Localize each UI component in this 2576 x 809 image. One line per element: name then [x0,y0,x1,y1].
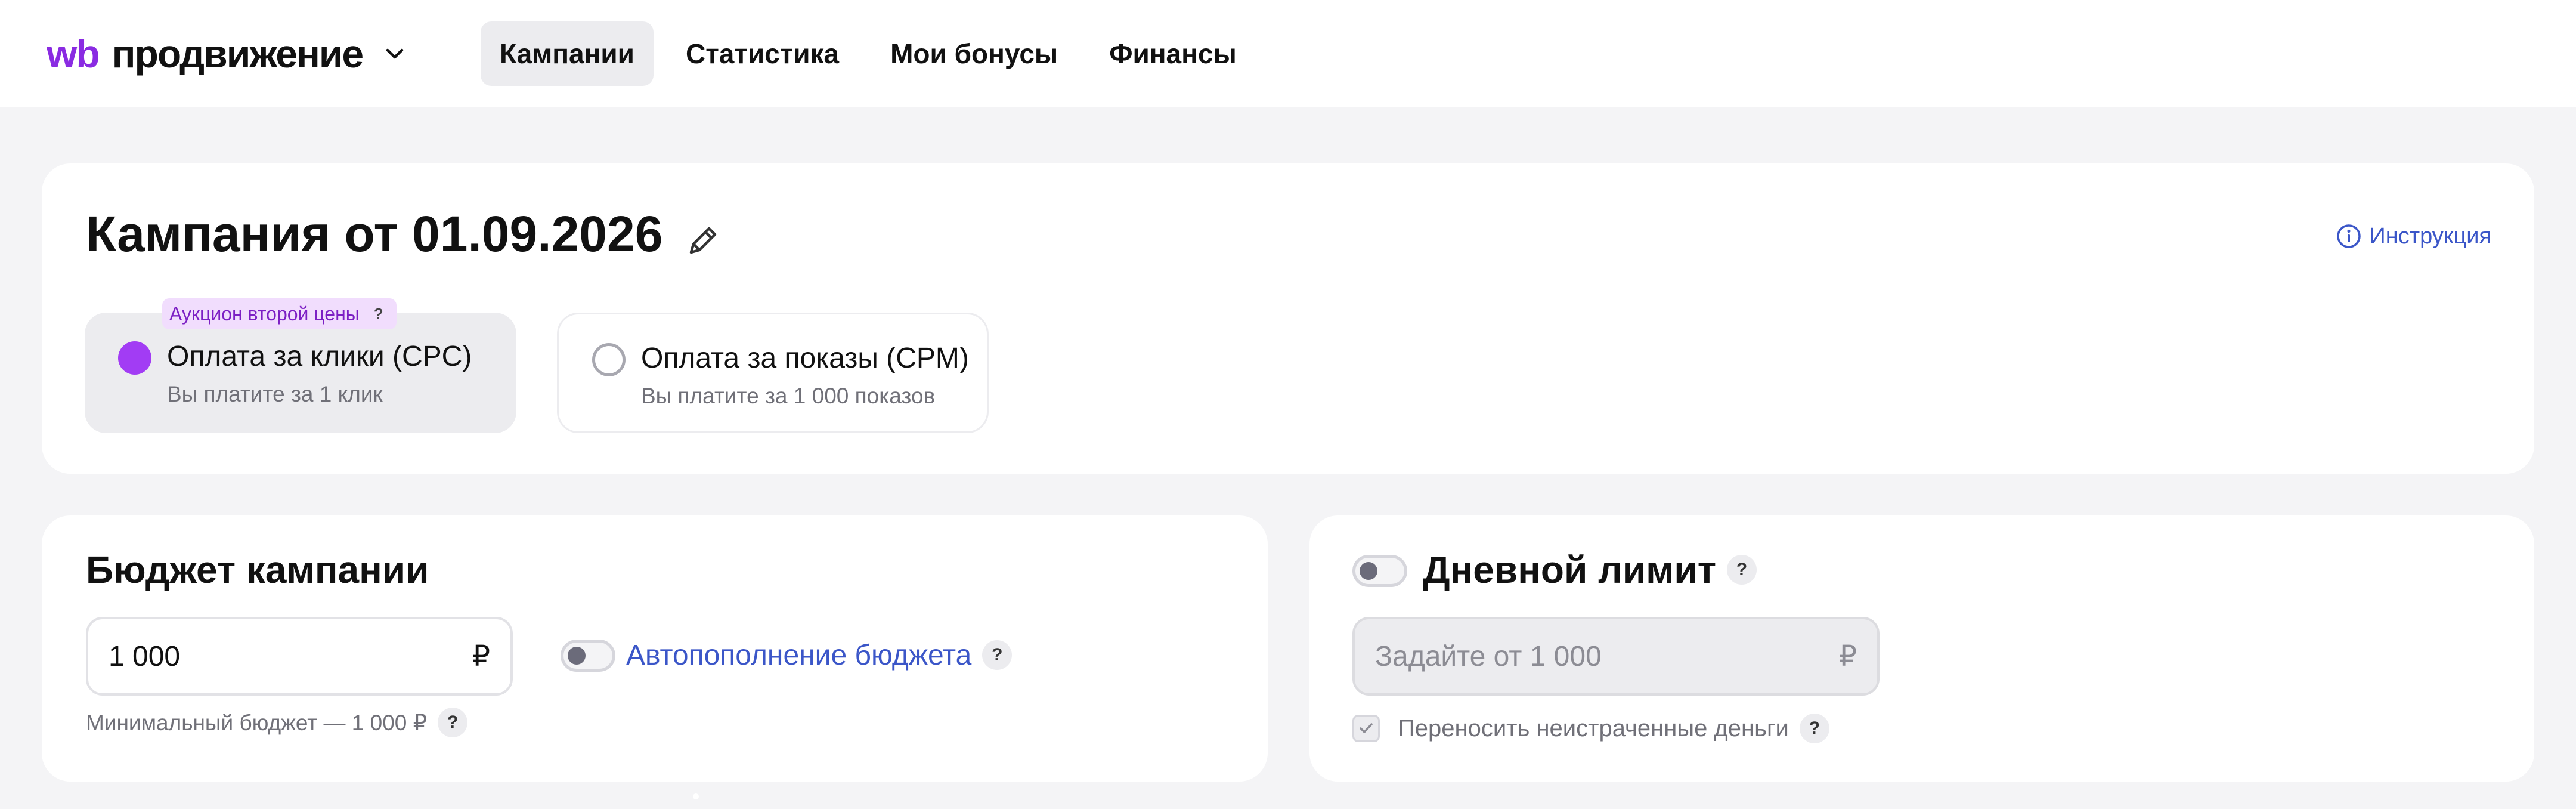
payment-option-title: Оплата за клики (CPC) [167,341,472,372]
budget-help-icon[interactable]: ? [438,708,468,737]
auction-badge-label: Аукцион второй цены [169,302,360,325]
nav-item-statistics[interactable]: Статистика [667,21,858,86]
top-header: wb продвижение Кампании Статистика Мои б… [0,0,2576,107]
autofill-label[interactable]: Автопополнение бюджета [626,639,971,672]
payment-option-title: Оплата за показы (CPM) [641,342,969,374]
currency-label: ₽ [1838,641,1857,672]
info-icon [2336,223,2362,249]
budget-input-value: 1 000 [109,640,181,672]
logo[interactable]: wb продвижение [47,31,407,76]
payment-option-cpc[interactable]: Аукцион второй цены ? Оплата за клики (C… [85,298,516,433]
campaign-title: Кампания от 01.09.2026 [86,206,663,262]
nav-item-campaigns[interactable]: Кампании [481,21,654,86]
pencil-icon[interactable] [683,215,722,254]
budget-hint: Минимальный бюджет — 1 000 ₽ ? [86,708,468,737]
carry-over-checkbox[interactable] [1352,715,1380,742]
nav-item-finance[interactable]: Финансы [1090,21,1256,86]
instruction-link[interactable]: Инструкция [2336,223,2491,249]
logo-name: продвижение [112,32,364,76]
daily-limit-heading: Дневной лимит ? [1423,548,1757,592]
page-title: Кампания от 01.09.2026 [86,205,722,263]
radio-cpc[interactable] [118,341,151,375]
carry-over-label: Переносить неистраченные деньги [1398,715,1789,742]
daily-limit-card: Дневной лимит ? Задайте от 1 000 ₽ Перен… [1309,515,2534,782]
budget-input[interactable]: 1 000 ₽ [86,617,513,696]
budget-title: Бюджет кампании [86,548,429,591]
auction-badge: Аукцион второй цены ? [162,298,397,329]
autofill-control[interactable]: Автопополнение бюджета ? [626,634,1013,677]
autofill-toggle[interactable] [561,640,615,672]
campaign-card: Кампания от 01.09.2026 Инструкция Аукцио… [42,163,2534,474]
toggle-knob [568,647,586,665]
currency-label: ₽ [472,641,490,672]
nav-item-bonuses[interactable]: Мои бонусы [871,21,1077,86]
daily-limit-input[interactable]: Задайте от 1 000 ₽ [1352,617,1880,696]
radio-cpm[interactable] [592,343,626,376]
logo-brand: wb [47,32,100,76]
main-nav: Кампании Статистика Мои бонусы Финансы [481,21,1269,86]
autofill-help-icon[interactable]: ? [982,640,1013,670]
auction-help-icon[interactable]: ? [368,303,389,325]
toggle-knob [1360,562,1377,580]
payment-option-cpm[interactable]: Оплата за показы (CPM) Вы платите за 1 0… [557,313,989,433]
instruction-label: Инструкция [2369,223,2491,249]
daily-limit-placeholder: Задайте от 1 000 [1375,640,1602,672]
carry-over-help-icon[interactable]: ? [1799,714,1829,743]
scroll-indicator-dot [693,793,699,799]
payment-option-subtitle: Вы платите за 1 000 показов [641,384,936,408]
carry-over-option[interactable]: Переносить неистраченные деньги ? [1352,714,1829,743]
daily-limit-toggle[interactable] [1352,555,1407,587]
daily-limit-title: Дневной лимит [1423,548,1717,591]
daily-limit-help-icon[interactable]: ? [1727,555,1757,585]
chevron-down-icon[interactable] [383,42,407,66]
budget-card: Бюджет кампании 1 000 ₽ Минимальный бюдж… [42,515,1268,782]
budget-hint-text: Минимальный бюджет — 1 000 ₽ [86,710,428,735]
payment-option-subtitle: Вы платите за 1 клик [167,382,383,406]
